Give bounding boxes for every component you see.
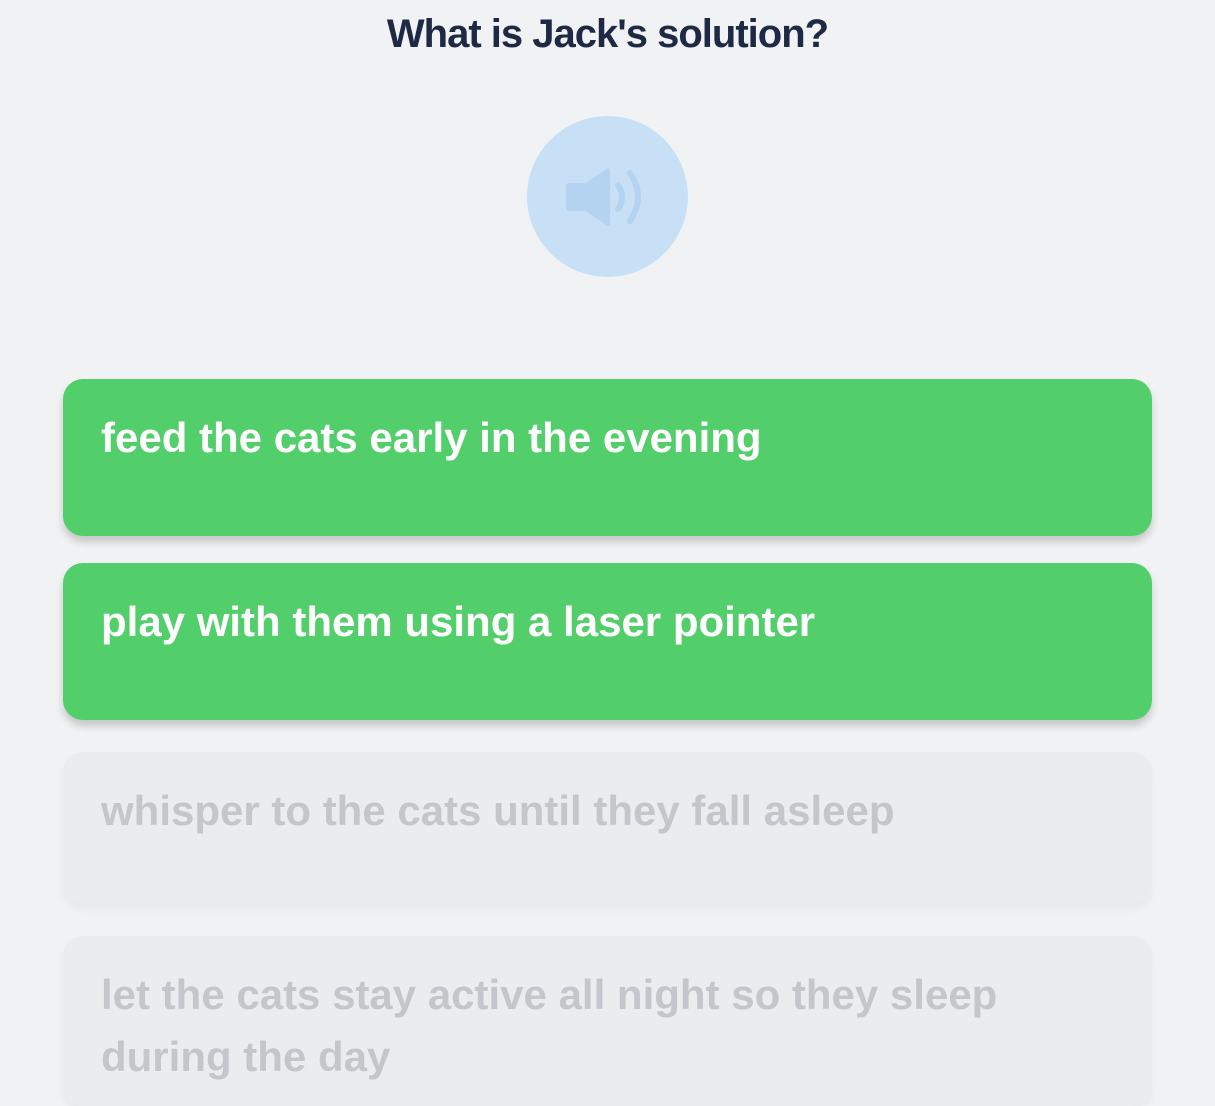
answer-option-3[interactable]: whisper to the cats until they fall asle… [63,752,1152,904]
question-title: What is Jack's solution? [386,12,829,56]
answer-option-2[interactable]: play with them using a laser pointer [63,563,1152,720]
play-audio-button[interactable] [527,116,688,277]
answer-option-label: whisper to the cats until they fall asle… [101,787,895,834]
answer-option-4[interactable]: let the cats stay active all night so th… [63,936,1152,1106]
answer-option-label: play with them using a laser pointer [101,598,816,645]
answer-option-label: feed the cats early in the evening [101,414,762,461]
speaker-icon [565,167,641,226]
answer-option-label: let the cats stay active all night so th… [101,971,998,1080]
answer-option-1[interactable]: feed the cats early in the evening [63,379,1152,536]
